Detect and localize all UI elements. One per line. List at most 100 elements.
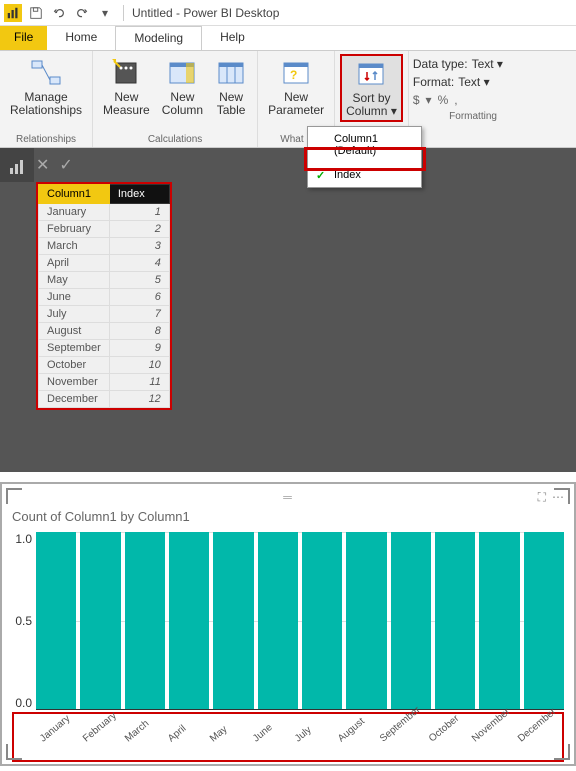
redo-icon[interactable] <box>72 3 92 23</box>
currency-button[interactable]: $ <box>413 93 420 107</box>
cell-month[interactable]: July <box>39 306 110 323</box>
bar[interactable] <box>169 532 209 709</box>
table-row[interactable]: May5 <box>39 272 170 289</box>
app-logo <box>4 4 22 22</box>
percent-button[interactable]: % <box>438 93 449 107</box>
y-axis: 1.0 0.5 0.0 <box>12 532 36 710</box>
comma-button[interactable]: , <box>454 93 457 107</box>
bar[interactable] <box>435 532 475 709</box>
cell-month[interactable]: April <box>39 255 110 272</box>
cell-month[interactable]: June <box>39 289 110 306</box>
report-view-button[interactable] <box>0 148 34 186</box>
cell-index[interactable]: 6 <box>109 289 169 306</box>
sort-icon <box>355 58 387 90</box>
x-tick-label: December <box>516 706 576 771</box>
bar[interactable] <box>524 532 564 709</box>
format-label: Format: <box>413 75 454 89</box>
table-row[interactable]: November11 <box>39 374 170 391</box>
undo-icon[interactable] <box>49 3 69 23</box>
title-bar: ▾ Untitled - Power BI Desktop <box>0 0 576 26</box>
cell-index[interactable]: 3 <box>109 238 169 255</box>
bar[interactable] <box>302 532 342 709</box>
cell-month[interactable]: October <box>39 357 110 374</box>
table-row[interactable]: August8 <box>39 323 170 340</box>
cell-index[interactable]: 4 <box>109 255 169 272</box>
table-row[interactable]: October10 <box>39 357 170 374</box>
table-row[interactable]: February2 <box>39 221 170 238</box>
table-row[interactable]: December12 <box>39 391 170 408</box>
ribbon-group-relationships: Manage Relationships Relationships <box>0 51 93 147</box>
separator <box>123 5 124 21</box>
qat-dropdown-icon[interactable]: ▾ <box>95 3 115 23</box>
cell-index[interactable]: 5 <box>109 272 169 289</box>
cell-month[interactable]: September <box>39 340 110 357</box>
sort-menu-item-index[interactable]: Index <box>308 163 421 187</box>
bar[interactable] <box>479 532 519 709</box>
commit-icon[interactable]: ✓ <box>59 155 72 175</box>
sort-by-column-button[interactable]: Sort by Column ▾ <box>341 55 402 121</box>
column-header-column1[interactable]: Column1 <box>39 185 110 204</box>
manage-relationships-button[interactable]: Manage Relationships <box>6 55 86 119</box>
cell-index[interactable]: 7 <box>109 306 169 323</box>
chart-visual[interactable]: ═ ⛶ ⋯ Count of Column1 by Column1 1.0 0.… <box>0 482 576 766</box>
cell-month[interactable]: March <box>39 238 110 255</box>
focus-mode-icon[interactable]: ⛶ <box>538 490 546 505</box>
cell-month[interactable]: November <box>39 374 110 391</box>
cell-index[interactable]: 2 <box>109 221 169 238</box>
data-table: Column1 Index January1February2March3Apr… <box>36 182 172 410</box>
table-row[interactable]: January1 <box>39 204 170 221</box>
bar[interactable] <box>125 532 165 709</box>
bars-container <box>36 532 564 710</box>
new-measure-button[interactable]: New Measure <box>99 55 154 119</box>
cell-index[interactable]: 12 <box>109 391 169 408</box>
cell-index[interactable]: 8 <box>109 323 169 340</box>
cell-index[interactable]: 10 <box>109 357 169 374</box>
cell-index[interactable]: 11 <box>109 374 169 391</box>
table-row[interactable]: June6 <box>39 289 170 306</box>
column-header-index[interactable]: Index <box>109 185 169 204</box>
cell-month[interactable]: August <box>39 323 110 340</box>
sort-by-column-menu: Column1 (Default) Index <box>307 126 422 188</box>
bar[interactable] <box>213 532 253 709</box>
cell-month[interactable]: May <box>39 272 110 289</box>
tab-help[interactable]: Help <box>202 26 263 50</box>
resize-handle[interactable] <box>554 488 570 504</box>
resize-handle[interactable] <box>6 744 22 760</box>
table-row[interactable]: September9 <box>39 340 170 357</box>
resize-handle[interactable] <box>6 488 22 504</box>
new-column-button[interactable]: New Column <box>158 55 207 119</box>
new-table-button[interactable]: New Table <box>211 55 251 119</box>
cell-index[interactable]: 9 <box>109 340 169 357</box>
new-parameter-label: New Parameter <box>268 91 324 117</box>
cancel-icon[interactable]: ✕ <box>36 155 49 175</box>
bar[interactable] <box>36 532 76 709</box>
manage-relationships-label: Manage Relationships <box>10 91 82 117</box>
bar[interactable] <box>258 532 298 709</box>
save-icon[interactable] <box>26 3 46 23</box>
new-parameter-button[interactable]: ? New Parameter <box>264 55 328 119</box>
datatype-dropdown[interactable]: Text ▾ <box>472 57 503 71</box>
new-measure-label: New Measure <box>103 91 150 117</box>
bar[interactable] <box>346 532 386 709</box>
table-row[interactable]: April4 <box>39 255 170 272</box>
cell-month[interactable]: February <box>39 221 110 238</box>
drag-handle-icon[interactable]: ═ <box>283 490 293 504</box>
formula-bar: ✕ ✓ <box>0 148 576 182</box>
bar[interactable] <box>391 532 431 709</box>
chevron-down-icon: ▾ <box>391 104 397 118</box>
format-dropdown[interactable]: Text ▾ <box>458 75 489 89</box>
table-icon <box>215 57 247 89</box>
group-label-formatting: Formatting <box>413 111 503 124</box>
cell-month[interactable]: December <box>39 391 110 408</box>
table-row[interactable]: July7 <box>39 306 170 323</box>
tab-home[interactable]: Home <box>47 26 115 50</box>
table-row[interactable]: March3 <box>39 238 170 255</box>
tab-file[interactable]: File <box>0 26 47 50</box>
sort-menu-item-column1[interactable]: Column1 (Default) <box>308 127 421 163</box>
cell-index[interactable]: 1 <box>109 204 169 221</box>
svg-text:?: ? <box>290 68 297 82</box>
cell-month[interactable]: January <box>39 204 110 221</box>
x-axis: JanuaryFebruaryMarchAprilMayJuneJulyAugu… <box>12 712 564 762</box>
tab-modeling[interactable]: Modeling <box>115 26 202 50</box>
bar[interactable] <box>80 532 120 709</box>
